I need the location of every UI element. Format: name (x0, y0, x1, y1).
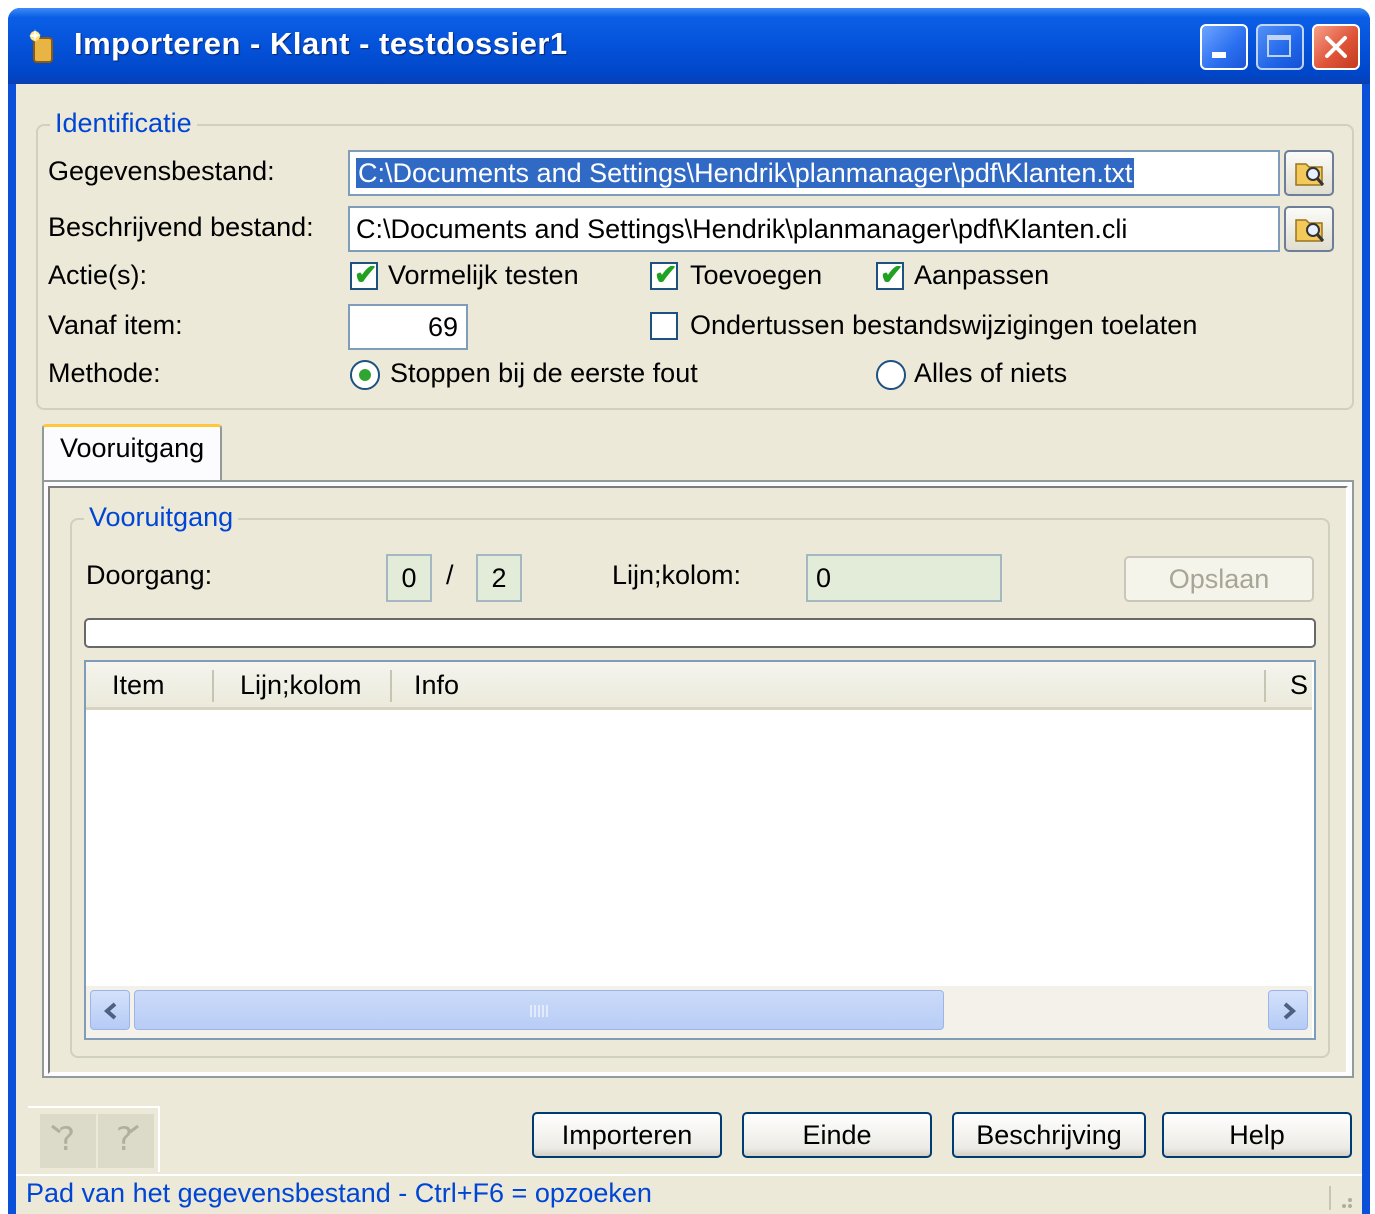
status-bar: Pad van het gegevensbestand - Ctrl+F6 = … (16, 1174, 1362, 1214)
close-icon (1325, 36, 1347, 58)
context-help-button[interactable]: ? (40, 1114, 96, 1168)
tab-panel: Vooruitgang Doorgang: 0 / 2 Lijn;kolom: … (42, 480, 1354, 1078)
vanaf-item-input[interactable]: 69 (348, 304, 468, 350)
checkmark-icon: ✔ (354, 259, 378, 290)
import-wizard-icon (29, 29, 53, 63)
svg-text:?: ? (58, 1120, 75, 1158)
doorgang-total: 2 (476, 554, 522, 602)
vooruitgang-legend: Vooruitgang (84, 502, 239, 533)
beschrijvend-input[interactable]: C:\Documents and Settings\Hendrik\planma… (348, 206, 1280, 252)
column-separator[interactable] (390, 670, 392, 702)
doorgang-separator: / (446, 560, 454, 590)
identificatie-legend: Identificatie (50, 108, 197, 139)
gegevensbestand-label: Gegevensbestand: (48, 156, 275, 186)
stoppen-label[interactable]: Stoppen bij de eerste fout (390, 358, 698, 389)
opslaan-button[interactable]: Opslaan (1124, 556, 1314, 602)
aanpassen-checkbox[interactable]: ✔ (876, 259, 904, 290)
tab-panel-inner: Vooruitgang Doorgang: 0 / 2 Lijn;kolom: … (48, 486, 1348, 1074)
resize-grip-icon[interactable] (1326, 1184, 1356, 1212)
column-s[interactable]: S (1290, 662, 1308, 710)
toevoegen-checkbox[interactable]: ✔ (650, 259, 678, 290)
aanpassen-label[interactable]: Aanpassen (914, 260, 1049, 291)
horizontal-scrollbar[interactable] (86, 986, 1312, 1038)
dialog-client-area: Identificatie Gegevensbestand: C:\Docume… (16, 84, 1362, 1214)
lijnkolom-value: 0 (806, 554, 1002, 602)
toevoegen-label[interactable]: Toevoegen (690, 260, 822, 291)
folder-search-icon (1295, 219, 1325, 242)
help-pointer-icon: ? (116, 1120, 139, 1158)
minimize-icon (1212, 52, 1226, 58)
tab-vooruitgang-label: Vooruitgang (60, 433, 205, 463)
gegevensbestand-browse-button[interactable] (1284, 150, 1334, 196)
vanaf-item-label: Vanaf item: (48, 310, 183, 340)
help-pointer-icon: ? (51, 1120, 75, 1158)
checkmark-icon: ✔ (880, 259, 904, 290)
alles-of-niets-label[interactable]: Alles of niets (914, 358, 1067, 389)
scroll-right-button[interactable] (1268, 990, 1308, 1030)
beschrijvend-label: Beschrijvend bestand: (48, 212, 314, 242)
stoppen-radio[interactable] (350, 360, 380, 390)
import-dialog-window: Importeren - Klant - testdossier1 Identi… (8, 8, 1370, 1214)
scroll-left-button[interactable] (90, 990, 130, 1030)
column-item[interactable]: Item (112, 662, 165, 710)
lijnkolom-label: Lijn;kolom: (612, 560, 742, 590)
status-text: Pad van het gegevensbestand - Ctrl+F6 = … (26, 1178, 652, 1208)
scroll-thumb[interactable] (134, 990, 944, 1030)
grip-icon (530, 1005, 548, 1017)
results-list[interactable]: Item Lijn;kolom Info S (84, 660, 1316, 1040)
title-bar[interactable]: Importeren - Klant - testdossier1 (8, 8, 1370, 84)
vormelijk-testen-checkbox[interactable]: ✔ (350, 259, 378, 290)
help-button[interactable]: Help (1162, 1112, 1352, 1158)
column-info[interactable]: Info (414, 662, 459, 710)
einde-button[interactable]: Einde (742, 1112, 932, 1158)
acties-label: Actie(s): (48, 260, 148, 290)
tab-vooruitgang[interactable]: Vooruitgang (42, 424, 222, 482)
list-header: Item Lijn;kolom Info S (86, 662, 1312, 710)
doorgang-current: 0 (386, 554, 432, 602)
vormelijk-testen-label[interactable]: Vormelijk testen (388, 260, 579, 291)
alles-of-niets-radio[interactable] (876, 360, 906, 390)
radio-dot-icon (359, 369, 371, 381)
column-separator[interactable] (1264, 670, 1266, 702)
column-lijnkolom[interactable]: Lijn;kolom (240, 662, 362, 710)
folder-search-icon (1295, 163, 1325, 186)
chevron-left-icon (103, 1002, 117, 1020)
importeren-button[interactable]: Importeren (532, 1112, 722, 1158)
column-separator[interactable] (212, 670, 214, 702)
window-title: Importeren - Klant - testdossier1 (74, 26, 568, 61)
maximize-icon (1267, 35, 1291, 57)
close-button[interactable] (1312, 24, 1360, 70)
gegevensbestand-input[interactable]: C:\Documents and Settings\Hendrik\planma… (348, 150, 1280, 196)
ondertussen-label[interactable]: Ondertussen bestandswijzigingen toelaten (690, 310, 1197, 341)
doorgang-label: Doorgang: (86, 560, 213, 590)
beschrijving-button[interactable]: Beschrijving (952, 1112, 1146, 1158)
chevron-right-icon (1283, 1002, 1297, 1020)
whats-this-button[interactable]: ? (98, 1114, 154, 1168)
minimize-button[interactable] (1200, 24, 1248, 70)
ondertussen-checkbox[interactable] (650, 312, 678, 340)
checkmark-icon: ✔ (654, 259, 678, 290)
maximize-button[interactable] (1256, 24, 1304, 70)
beschrijvend-browse-button[interactable] (1284, 206, 1334, 252)
methode-label: Methode: (48, 358, 161, 388)
gegevensbestand-value: C:\Documents and Settings\Hendrik\planma… (356, 158, 1135, 188)
svg-text:?: ? (116, 1120, 133, 1158)
progress-bar (84, 618, 1316, 648)
